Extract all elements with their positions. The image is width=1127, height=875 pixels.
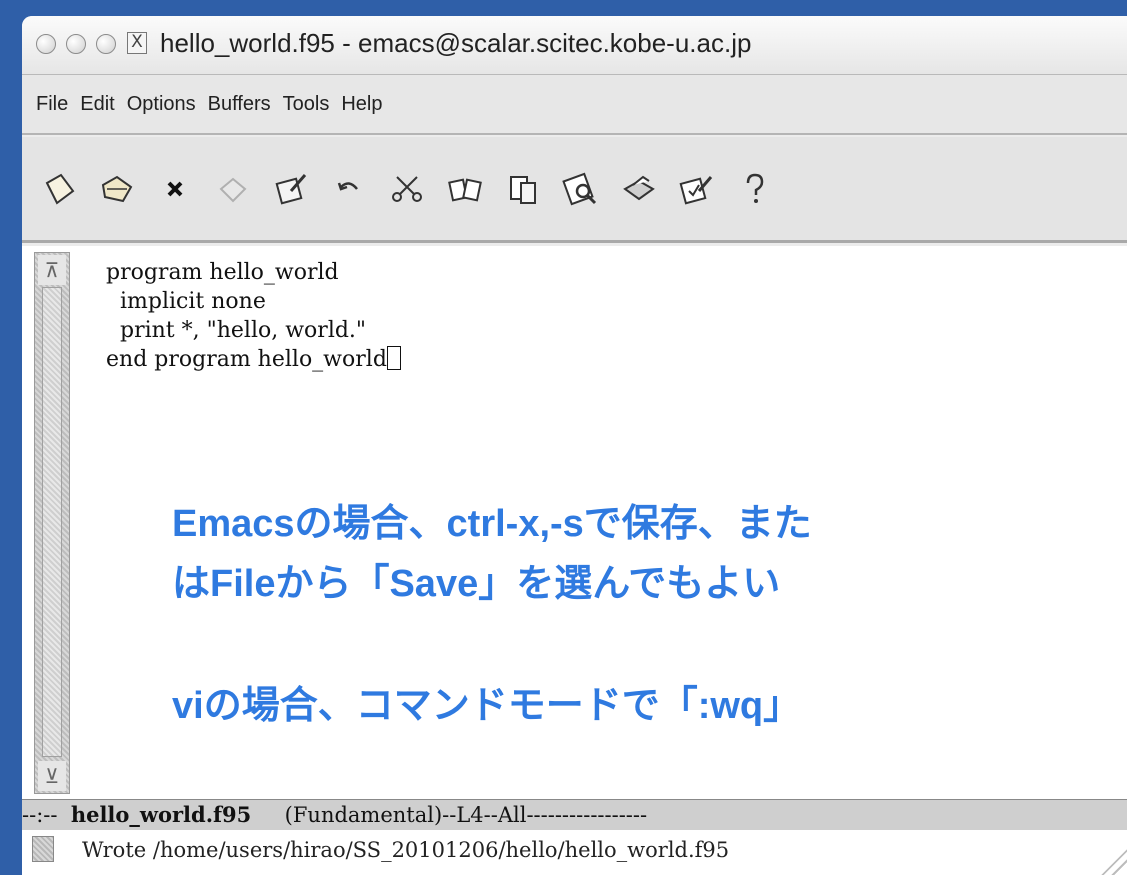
minimize-window-button[interactable] <box>66 34 86 54</box>
menu-buffers[interactable]: Buffers <box>202 93 277 116</box>
search-icon[interactable] <box>558 166 604 212</box>
customize-icon[interactable] <box>674 166 720 212</box>
code-line: print *, "hello, world." <box>106 318 367 343</box>
mode-line: --:-- hello_world.f95 (Fundamental)--L4-… <box>22 799 1127 831</box>
scroll-down-icon[interactable]: ⊻ <box>38 761 66 791</box>
menu-edit[interactable]: Edit <box>74 93 120 116</box>
modeline-buffer-name: hello_world.f95 <box>70 802 252 827</box>
open-folder-icon[interactable] <box>94 166 140 212</box>
copy-icon[interactable] <box>442 166 488 212</box>
scroll-thumb[interactable] <box>42 287 62 757</box>
x11-icon: X <box>127 32 147 54</box>
cut-scissors-icon[interactable] <box>384 166 430 212</box>
code-line: program hello_world <box>106 260 339 285</box>
code-line-text: end program hello_world <box>106 347 387 372</box>
save-disk-icon[interactable] <box>210 166 256 212</box>
help-icon[interactable] <box>732 166 778 212</box>
menu-options[interactable]: Options <box>121 93 202 116</box>
minibuffer[interactable]: Wrote /home/users/hirao/SS_20101206/hell… <box>22 830 1127 875</box>
annotation-line-2: はFileから「Save」を選んでもよい <box>172 563 781 605</box>
scroll-up-icon[interactable]: ⊼ <box>38 255 66 285</box>
close-window-button[interactable] <box>36 34 56 54</box>
minibuffer-message: Wrote /home/users/hirao/SS_20101206/hell… <box>82 838 730 862</box>
toolbar <box>22 137 1127 243</box>
code-line: end program hello_world <box>106 345 401 374</box>
vertical-scrollbar[interactable]: ⊼ ⊻ <box>34 252 70 794</box>
code-line: implicit none <box>106 289 266 314</box>
emacs-window: X hello_world.f95 - emacs@scalar.scitec.… <box>22 16 1127 875</box>
modeline-prefix: --:-- <box>22 803 71 827</box>
edit-pencil-icon[interactable] <box>268 166 314 212</box>
annotation-line-3: viの場合、コマンドモードで「:wq」 <box>172 685 802 727</box>
menu-tools[interactable]: Tools <box>277 93 336 116</box>
print-icon[interactable] <box>616 166 662 212</box>
modeline-status: (Fundamental)--L4--All----------------- <box>251 803 648 827</box>
minibuffer-scroll-icon <box>32 836 54 862</box>
window-title: hello_world.f95 - emacs@scalar.scitec.ko… <box>160 28 752 58</box>
menu-help[interactable]: Help <box>335 93 388 116</box>
new-file-icon[interactable] <box>36 166 82 212</box>
close-icon[interactable] <box>152 166 198 212</box>
text-cursor <box>386 346 401 370</box>
code-text[interactable]: program hello_world implicit none print … <box>106 258 401 374</box>
resize-grip-icon[interactable] <box>1101 849 1127 875</box>
undo-icon[interactable] <box>326 166 372 212</box>
annotation-line-1: Emacsの場合、ctrl-x,-sで保存、また <box>172 503 812 545</box>
zoom-window-button[interactable] <box>96 34 116 54</box>
menu-file[interactable]: File <box>30 93 74 116</box>
paste-icon[interactable] <box>500 166 546 212</box>
title-bar: X hello_world.f95 - emacs@scalar.scitec.… <box>22 16 1127 75</box>
menu-bar: File Edit Options Buffers Tools Help <box>22 75 1127 135</box>
editor-area[interactable]: ⊼ ⊻ program hello_world implicit none pr… <box>22 246 1127 799</box>
